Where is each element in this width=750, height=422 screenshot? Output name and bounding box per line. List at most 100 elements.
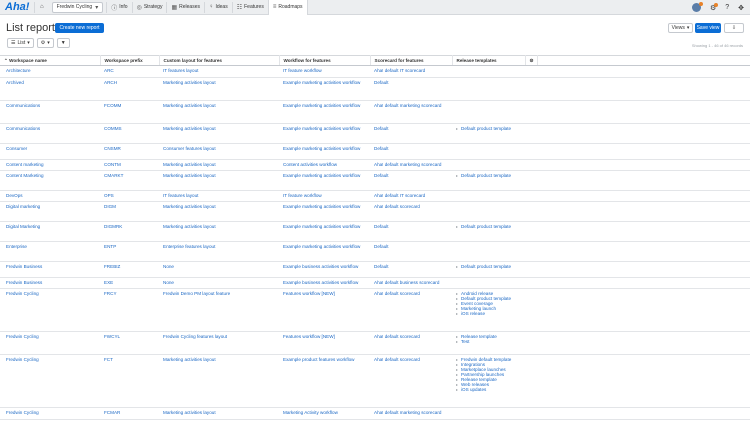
release-template-link[interactable]: Default product template [456,173,521,178]
column-settings-gear-icon[interactable]: ⚙ [525,55,538,66]
column-header-custom-layout[interactable]: Custom layout for features [159,55,280,66]
cell-layout[interactable]: Fredwin Cycling features layout [159,331,279,355]
release-template-link[interactable]: Default product template [456,224,521,229]
cell-prefix[interactable]: FWCYL [100,331,159,355]
cell-name[interactable]: Enterprise [0,241,100,262]
cell-scorecard[interactable]: Aha! default business scorecard [370,277,452,289]
nav-item-roadmaps[interactable]: ≡ Roadmaps [267,0,308,15]
cell-prefix[interactable]: ARCH [100,77,159,101]
cell-layout[interactable]: Marketing activities layout [159,354,279,408]
cell-layout[interactable]: Marketing activities layout [159,201,279,222]
cell-scorecard[interactable]: Aha! default scorecard [370,354,452,408]
cell-workflow[interactable]: Marketing Activity workflow [279,407,370,420]
cell-workflow[interactable]: Example marketing activities workflow [279,77,370,101]
cell-layout[interactable]: Marketing activities layout [159,100,279,124]
cell-scorecard[interactable]: Aha! default marketing scorecard [370,100,452,124]
cell-workflow[interactable]: Example marketing activities workflow [279,241,370,262]
cell-prefix[interactable]: FRCY [100,288,159,332]
column-header-release-templates[interactable]: Release templates [452,55,526,66]
table-row[interactable]: Consumer CNSMR Consumer features layout Exa… [0,143,750,160]
cell-workflow[interactable]: Example marketing activities workflow [279,123,370,144]
release-template-link[interactable]: Test [456,339,521,344]
cell-layout[interactable]: IT features layout [159,190,279,202]
cell-name[interactable]: Communications [0,100,100,124]
cell-name[interactable]: Digital Marketing [0,221,100,242]
cell-name[interactable]: Fredwin Business [0,261,100,278]
cell-scorecard[interactable]: Aha! default scorecard [370,201,452,222]
cell-layout[interactable]: None [159,261,279,278]
cell-scorecard[interactable]: Aha! default IT scorecard [370,65,452,78]
nav-item-strategy[interactable]: ◎ Strategy [131,1,167,13]
table-row[interactable]: Content Marketing CMARKT Marketing activit… [0,170,750,191]
avatar[interactable] [691,2,703,12]
settings-icon[interactable]: ⚙ [710,2,719,12]
views-button[interactable]: Views ▾ [668,23,693,33]
cell-name[interactable]: Fredwin Cycling [0,288,100,332]
cell-prefix[interactable]: FREBIZ [100,261,159,278]
table-row[interactable]: Fredwin Cycling FWCYL Fredwin Cycling feat… [0,331,750,355]
cell-layout[interactable]: None [159,277,279,289]
settings-dropdown-button[interactable]: ⚙ ▾ [36,38,54,48]
release-template-link[interactable]: iOS updates [456,387,521,392]
cell-workflow[interactable]: Features workflow [NEW] [279,331,370,355]
cell-scorecard[interactable]: Default [370,123,452,144]
cell-scorecard[interactable]: Aha! default IT scorecard [370,190,452,202]
table-row[interactable]: Archived ARCH Marketing activities layout E… [0,77,750,101]
cell-prefix[interactable]: ARC [100,65,159,78]
cell-name[interactable]: Content marketing [0,159,100,171]
nav-item-releases[interactable]: ▦ Releases [166,1,204,13]
cell-name[interactable]: Fredwin Cycling [0,331,100,355]
table-row[interactable]: Content marketing CONTM Marketing activiti… [0,159,750,171]
cell-prefix[interactable]: COMMS [100,123,159,144]
cell-scorecard[interactable]: Aha! default marketing scorecard [370,159,452,171]
cell-workflow[interactable]: Example business activities workflow [279,277,370,289]
cell-prefix[interactable]: EXE [100,277,159,289]
cell-workflow[interactable]: Example marketing activities workflow [279,201,370,222]
column-header-workspace-name[interactable]: ⌃ Workspace name [0,55,101,66]
home-button[interactable]: ⌂ [34,1,49,13]
cell-name[interactable]: Digital marketing [0,201,100,222]
table-row[interactable]: Communications COMMS Marketing activities … [0,123,750,144]
cell-workflow[interactable]: Example marketing activities workflow [279,221,370,242]
cell-prefix[interactable]: FCMAR [100,407,159,420]
cell-name[interactable]: Fredwin Cycling [0,354,100,408]
table-row[interactable]: Digital marketing DIGM Marketing activitie… [0,201,750,222]
cell-scorecard[interactable]: Aha! default scorecard [370,331,452,355]
list-view-button[interactable]: ☰ List ▾ [7,38,34,48]
cell-workflow[interactable]: Example marketing activities workflow [279,100,370,124]
cell-layout[interactable]: Marketing activities layout [159,159,279,171]
filter-button[interactable]: ▼ [56,38,70,48]
cell-scorecard[interactable]: Default [370,77,452,101]
table-row[interactable]: Fredwin Cycling FRCY Fredwin Demo PM layou… [0,288,750,332]
cell-layout[interactable]: Marketing activities layout [159,407,279,420]
cell-layout[interactable]: Consumer features layout [159,143,279,160]
cell-workflow[interactable]: Example product features workflow [279,354,370,408]
nav-item-info[interactable]: ⓘ Info [106,1,131,13]
cell-layout[interactable]: Fredwin Demo PM layout feature [159,288,279,332]
cell-name[interactable]: Content Marketing [0,170,100,191]
export-button[interactable]: ⇩ [724,23,744,33]
cell-prefix[interactable]: FCT [100,354,159,408]
cell-name[interactable]: Consumer [0,143,100,160]
release-template-link[interactable]: iOS release [456,311,521,316]
cell-layout[interactable]: Enterprise features layout [159,241,279,262]
table-row[interactable]: Fredwin Business EXE None Example business … [0,277,750,289]
cell-workflow[interactable]: IT feature workflow [279,65,370,78]
table-row[interactable]: Communications FCOMM Marketing activities … [0,100,750,124]
cell-scorecard[interactable]: Aha! default scorecard [370,288,452,332]
cell-name[interactable]: DevOps [0,190,100,202]
table-row[interactable]: Enterprise ENTP Enterprise features layout… [0,241,750,262]
cell-workflow[interactable]: Example business activities workflow [279,261,370,278]
cell-prefix[interactable]: DIGMRK [100,221,159,242]
cell-name[interactable]: Architecture [0,65,100,78]
cell-prefix[interactable]: CONTM [100,159,159,171]
cell-layout[interactable]: Marketing activities layout [159,221,279,242]
cell-scorecard[interactable]: Default [370,221,452,242]
cell-name[interactable]: Fredwin Cycling [0,407,100,420]
workspace-selector[interactable]: Fredwin Cycling ▾ [51,1,104,13]
cell-prefix[interactable]: ENTP [100,241,159,262]
cell-scorecard[interactable]: Aha! default marketing scorecard [370,407,452,420]
nav-item-ideas[interactable]: ♀ Ideas [203,1,232,13]
table-row[interactable]: Fredwin Cycling FCT Marketing activities l… [0,354,750,408]
table-row[interactable]: Fredwin Cycling FCMAR Marketing activities… [0,407,750,420]
